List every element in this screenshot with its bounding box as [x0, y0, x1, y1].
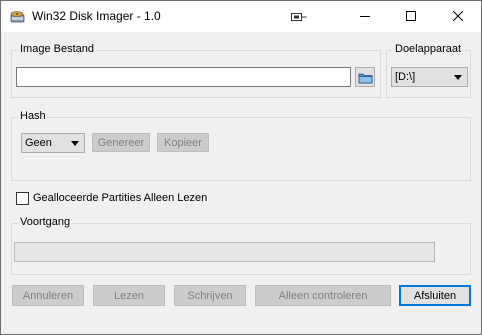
hash-type-dropdown[interactable]: Geen [21, 133, 85, 153]
read-button[interactable]: Lezen [93, 285, 165, 306]
exit-button[interactable]: Afsluiten [399, 285, 471, 306]
progress-group-label: Voortgang [18, 216, 73, 229]
generate-hash-button[interactable]: Genereer [92, 133, 150, 152]
minimize-button[interactable] [342, 1, 388, 31]
browse-folder-button[interactable] [355, 67, 375, 87]
read-only-allocated-checkbox[interactable] [16, 192, 29, 205]
target-device-selected: [D:\] [395, 71, 416, 83]
cancel-button[interactable]: Annuleren [12, 285, 84, 306]
maximize-icon [406, 11, 416, 21]
target-device-group-label: Doelapparaat [393, 43, 464, 56]
close-icon [453, 11, 463, 21]
verify-only-button[interactable]: Alleen controleren [255, 285, 391, 306]
write-button[interactable]: Schrijven [174, 285, 246, 306]
copy-hash-button[interactable]: Kopieer [157, 133, 209, 152]
minimize-icon [360, 16, 370, 17]
disk-imager-app-icon [10, 11, 25, 23]
folder-icon [358, 73, 373, 84]
target-device-dropdown[interactable]: [D:\] [391, 67, 468, 87]
window-title: Win32 Disk Imager - 1.0 [32, 9, 161, 23]
hash-group-label: Hash [18, 110, 48, 123]
image-file-path-input[interactable] [16, 67, 351, 87]
progress-bar [14, 242, 435, 262]
close-button[interactable] [435, 1, 481, 31]
chevron-down-icon [454, 75, 462, 80]
pin-icon[interactable] [291, 11, 307, 23]
chevron-down-icon [71, 141, 79, 146]
hash-type-selected: Geen [25, 137, 52, 149]
maximize-button[interactable] [388, 1, 434, 31]
read-only-allocated-label: Gealloceerde Partities Alleen Lezen [33, 192, 208, 204]
main-window: Win32 Disk Imager - 1.0 Image Bestand Do… [0, 0, 482, 335]
title-bar[interactable]: Win32 Disk Imager - 1.0 [1, 1, 481, 32]
image-file-group-label: Image Bestand [18, 43, 96, 56]
